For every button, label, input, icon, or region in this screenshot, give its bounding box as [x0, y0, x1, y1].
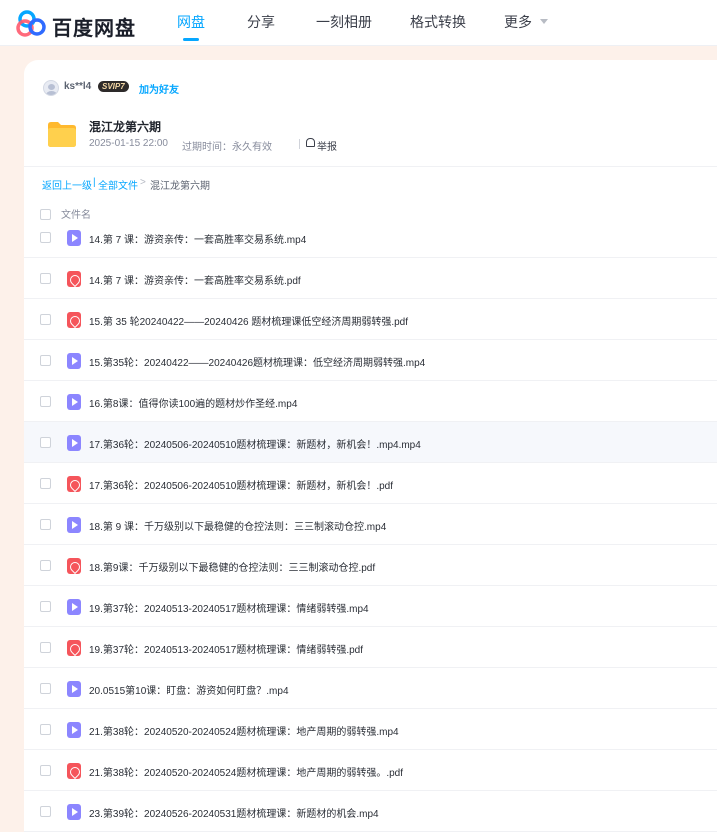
video-file-icon — [67, 599, 81, 615]
file-checkbox[interactable] — [40, 642, 51, 653]
alarm-icon — [306, 138, 315, 147]
file-row[interactable]: 14.第 7 课：游资亲传：一套高胜率交易系统.mp4 — [24, 217, 717, 258]
nav-tab-share[interactable]: 分享 — [247, 12, 275, 32]
share-title: 混江龙第六期 — [89, 120, 162, 134]
file-name[interactable]: 15.第 35 轮20240422——20240426 题材梳理课低空经济周期弱… — [89, 313, 408, 328]
file-row[interactable]: 16.第8课：值得你读100遍的题材炒作圣经.mp4 — [24, 381, 717, 422]
file-checkbox[interactable] — [40, 601, 51, 612]
file-row[interactable]: 15.第 35 轮20240422——20240426 题材梳理课低空经济周期弱… — [24, 299, 717, 340]
file-name[interactable]: 19.第37轮：20240513-20240517题材梳理课：情绪弱转强.pdf — [89, 641, 363, 656]
file-name[interactable]: 18.第 9 课：千万级别以下最稳健的仓控法则：三三制滚动仓控.mp4 — [89, 518, 386, 533]
pdf-file-icon — [67, 763, 81, 779]
file-checkbox[interactable] — [40, 683, 51, 694]
share-expiry: 过期时间：永久有效 — [182, 142, 272, 153]
file-checkbox[interactable] — [40, 273, 51, 284]
video-file-icon — [67, 435, 81, 451]
file-checkbox[interactable] — [40, 314, 51, 325]
file-checkbox[interactable] — [40, 724, 51, 735]
baidu-netdisk-logo[interactable]: 百度网盘 — [16, 9, 135, 40]
nav-tab-moment-album[interactable]: 一刻相册 — [316, 12, 372, 32]
file-name[interactable]: 15.第35轮：20240422——20240426题材梳理课：低空经济周期弱转… — [89, 354, 425, 369]
file-name[interactable]: 21.第38轮：20240520-20240524题材梳理课：地产周期的弱转强.… — [89, 723, 399, 738]
video-file-icon — [67, 681, 81, 697]
cloud-logo-icon — [16, 10, 46, 37]
file-name[interactable]: 21.第38轮：20240520-20240524题材梳理课：地产周期的弱转强。… — [89, 764, 403, 779]
file-checkbox[interactable] — [40, 560, 51, 571]
report-label: 举报 — [317, 142, 337, 153]
folder-icon — [48, 122, 76, 147]
share-content-card: ks**l4 SVIP7 加为好友 混江龙第六期 2025-01-15 22:0… — [24, 60, 717, 832]
file-name[interactable]: 19.第37轮：20240513-20240517题材梳理课：情绪弱转强.mp4 — [89, 600, 369, 615]
video-file-icon — [67, 353, 81, 369]
file-checkbox[interactable] — [40, 478, 51, 489]
video-file-icon — [67, 804, 81, 820]
file-row[interactable]: 19.第37轮：20240513-20240517题材梳理课：情绪弱转强.pdf — [24, 627, 717, 668]
file-row[interactable]: 18.第9课：千万级别以下最稳健的仓控法则：三三制滚动仓控.pdf — [24, 545, 717, 586]
file-row[interactable]: 15.第35轮：20240422——20240426题材梳理课：低空经济周期弱转… — [24, 340, 717, 381]
file-name[interactable]: 14.第 7 课：游资亲传：一套高胜率交易系统.pdf — [89, 272, 301, 287]
chevron-down-icon[interactable] — [540, 19, 548, 24]
file-name[interactable]: 16.第8课：值得你读100遍的题材炒作圣经.mp4 — [89, 395, 297, 410]
breadcrumb-all-files-link[interactable]: 全部文件 — [98, 177, 138, 192]
video-file-icon — [67, 517, 81, 533]
divider — [24, 166, 717, 167]
pdf-file-icon — [67, 271, 81, 287]
share-created-time: 2025-01-15 22:00 — [89, 138, 168, 149]
pdf-file-icon — [67, 312, 81, 328]
breadcrumb-current: 混江龙第六期 — [150, 181, 210, 192]
nav-tab-format-convert[interactable]: 格式转换 — [410, 12, 466, 32]
breadcrumb-back-link[interactable]: 返回上一级 — [42, 177, 92, 192]
file-checkbox[interactable] — [40, 355, 51, 366]
vip-badge: SVIP7 — [98, 81, 129, 92]
active-tab-indicator — [183, 38, 199, 41]
pdf-file-icon — [67, 558, 81, 574]
file-checkbox[interactable] — [40, 765, 51, 776]
file-row[interactable]: 19.第37轮：20240513-20240517题材梳理课：情绪弱转强.mp4 — [24, 586, 717, 627]
file-name[interactable]: 23.第39轮：20240526-20240531题材梳理课：新题材的机会.mp… — [89, 805, 379, 820]
sharer-username[interactable]: ks**l4 — [64, 81, 91, 92]
video-file-icon — [67, 722, 81, 738]
file-checkbox[interactable] — [40, 396, 51, 407]
file-name[interactable]: 17.第36轮：20240506-20240510题材梳理课：新题材，新机会！.… — [89, 477, 393, 492]
file-row[interactable]: 21.第38轮：20240520-20240524题材梳理课：地产周期的弱转强。… — [24, 750, 717, 791]
file-name[interactable]: 18.第9课：千万级别以下最稳健的仓控法则：三三制滚动仓控.pdf — [89, 559, 375, 574]
file-row[interactable]: 18.第 9 课：千万级别以下最稳健的仓控法则：三三制滚动仓控.mp4 — [24, 504, 717, 545]
file-row[interactable]: 21.第38轮：20240520-20240524题材梳理课：地产周期的弱转强.… — [24, 709, 717, 750]
file-row[interactable]: 20.0515第10课：盯盘：游资如何盯盘？.mp4 — [24, 668, 717, 709]
brand-name: 百度网盘 — [52, 18, 136, 40]
video-file-icon — [67, 230, 81, 246]
file-name[interactable]: 17.第36轮：20240506-20240510题材梳理课：新题材，新机会！.… — [89, 436, 421, 451]
meta-divider — [299, 139, 300, 149]
file-checkbox[interactable] — [40, 519, 51, 530]
file-checkbox[interactable] — [40, 806, 51, 817]
file-row[interactable]: 14.第 7 课：游资亲传：一套高胜率交易系统.pdf — [24, 258, 717, 299]
file-name[interactable]: 20.0515第10课：盯盘：游资如何盯盘？.mp4 — [89, 682, 289, 697]
nav-tab-more[interactable]: 更多 — [504, 12, 532, 32]
file-checkbox[interactable] — [40, 437, 51, 448]
breadcrumb-divider: | — [93, 177, 96, 188]
file-name[interactable]: 14.第 7 课：游资亲传：一套高胜率交易系统.mp4 — [89, 231, 306, 246]
file-row[interactable]: 23.第39轮：20240526-20240531题材梳理课：新题材的机会.mp… — [24, 791, 717, 832]
avatar[interactable] — [43, 80, 59, 96]
add-friend-link[interactable]: 加为好友 — [139, 81, 179, 96]
file-checkbox[interactable] — [40, 232, 51, 243]
file-row[interactable]: 17.第36轮：20240506-20240510题材梳理课：新题材，新机会！.… — [24, 422, 717, 463]
video-file-icon — [67, 394, 81, 410]
breadcrumb-separator: > — [140, 177, 146, 188]
top-navigation-bar: 百度网盘 网盘 分享 一刻相册 格式转换 更多 — [0, 0, 717, 46]
nav-tab-netdisk[interactable]: 网盘 — [177, 12, 205, 32]
pdf-file-icon — [67, 476, 81, 492]
report-button[interactable]: 举报 — [306, 138, 340, 153]
file-row[interactable]: 17.第36轮：20240506-20240510题材梳理课：新题材，新机会！.… — [24, 463, 717, 504]
pdf-file-icon — [67, 640, 81, 656]
